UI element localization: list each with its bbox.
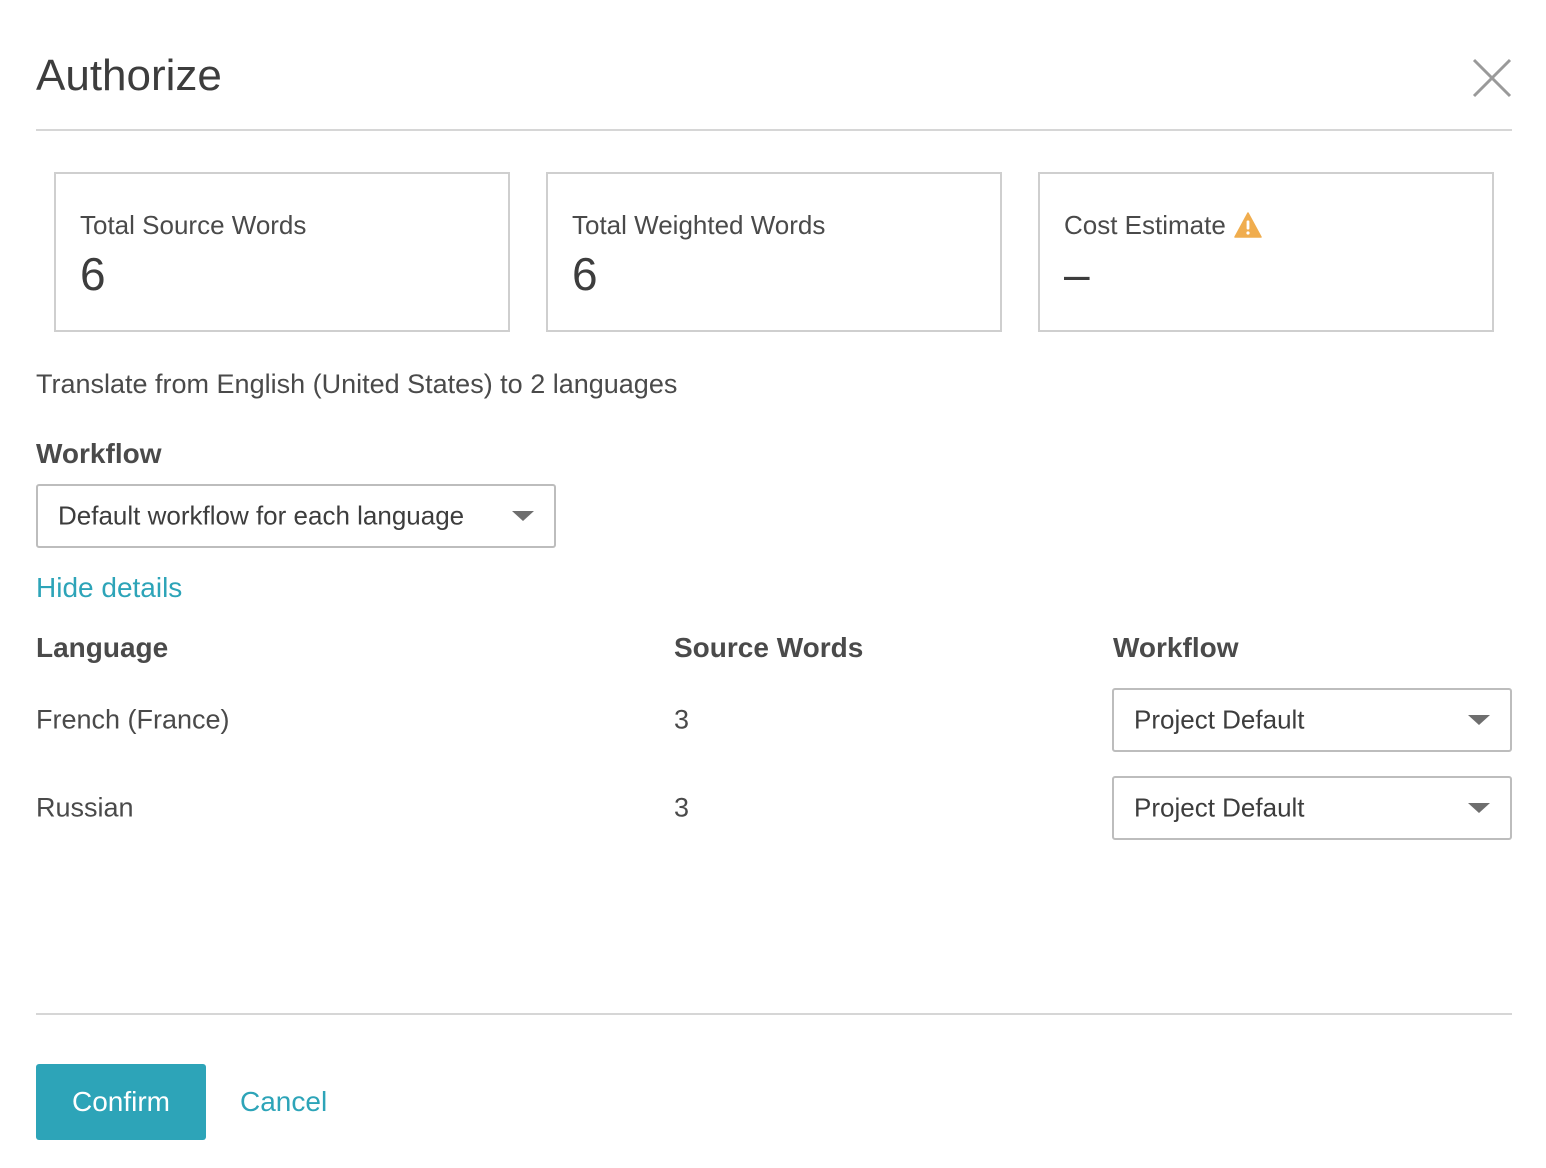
stat-label: Total Source Words [80,210,307,240]
stat-card-cost-estimate: Cost Estimate – [1038,172,1494,332]
column-header-source-words: Source Words [674,632,864,663]
close-icon [1472,58,1512,98]
stat-label-row: Cost Estimate [1064,208,1262,242]
stat-label: Total Weighted Words [572,210,826,240]
row-workflow-select[interactable]: Project Default [1112,688,1512,752]
workflow-select-value: Default workflow for each language [58,500,465,531]
table-row: French (France) 3 Project Default [0,688,1546,752]
stat-value: 6 [80,248,106,300]
hide-details-link[interactable]: Hide details [36,570,182,606]
workflow-label: Workflow [36,438,162,469]
stat-card-total-weighted-words: Total Weighted Words 6 [546,172,1002,332]
row-workflow-select-value: Project Default [1134,792,1305,823]
cancel-button[interactable]: Cancel [240,1084,327,1120]
source-words-cell: 3 [674,704,690,735]
translation-summary: Translate from English (United States) t… [36,369,678,399]
workflow-select[interactable]: Default workflow for each language [36,484,556,548]
source-words-cell: 3 [674,792,690,823]
warning-icon[interactable] [1234,212,1262,238]
footer-divider [36,1013,1512,1015]
dialog-title: Authorize [36,51,222,100]
header-divider [36,129,1512,131]
row-workflow-select-value: Project Default [1134,704,1305,735]
stat-card-total-source-words: Total Source Words 6 [54,172,510,332]
language-cell: French (France) [36,704,230,735]
close-button[interactable] [1466,52,1518,104]
confirm-button[interactable]: Confirm [36,1064,206,1140]
stat-label: Cost Estimate [1064,210,1226,240]
table-row: Russian 3 Project Default [0,776,1546,840]
chevron-down-icon [512,511,534,521]
stat-value: – [1064,248,1090,300]
column-header-language: Language [36,632,169,663]
chevron-down-icon [1468,803,1490,813]
row-workflow-select[interactable]: Project Default [1112,776,1512,840]
column-header-workflow: Workflow [1113,632,1239,663]
stat-value: 6 [572,248,598,300]
chevron-down-icon [1468,715,1490,725]
language-cell: Russian [36,792,134,823]
